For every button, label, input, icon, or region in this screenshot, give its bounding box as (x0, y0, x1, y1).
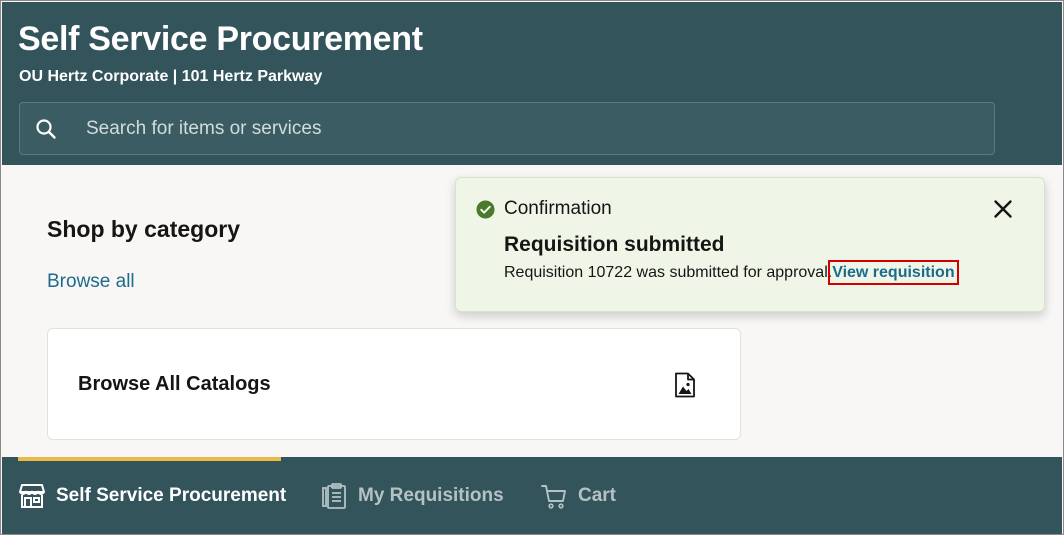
success-check-icon (476, 200, 495, 219)
bottom-navigation: Self Service Procurement My Requisitions… (2, 457, 1062, 534)
toast-heading: Confirmation (504, 198, 612, 219)
nav-label-cart: Cart (578, 484, 617, 506)
nav-self-service-procurement[interactable]: Self Service Procurement (18, 457, 286, 534)
toast-message: Requisition 10722 was submitted for appr… (504, 264, 833, 281)
app-title: Self Service Procurement (18, 20, 423, 58)
view-requisition-link[interactable]: View requisition (828, 260, 959, 285)
app-frame: Self Service Procurement OU Hertz Corpor… (0, 0, 1064, 535)
search-icon[interactable] (34, 117, 58, 141)
confirmation-toast: Confirmation Requisition submitted Requi… (455, 177, 1045, 312)
clipboard-icon (322, 482, 346, 509)
catalog-card-title: Browse All Catalogs (78, 373, 271, 395)
app-header: Self Service Procurement OU Hertz Corpor… (2, 2, 1062, 165)
section-title: Shop by category (47, 216, 240, 242)
search-input[interactable] (86, 103, 966, 154)
toast-message-line: Requisition 10722 was submitted for appr… (504, 260, 959, 285)
cart-icon (541, 484, 566, 509)
nav-label-self-service-procurement: Self Service Procurement (56, 484, 287, 506)
nav-label-my-requisitions: My Requisitions (358, 484, 504, 506)
nav-my-requisitions[interactable]: My Requisitions (320, 457, 504, 534)
org-address: OU Hertz Corporate | 101 Hertz Parkway (19, 68, 323, 85)
close-icon[interactable] (992, 198, 1014, 220)
image-file-icon (675, 372, 695, 398)
toast-title: Requisition submitted (504, 233, 725, 256)
nav-cart[interactable]: Cart (540, 457, 616, 534)
browse-all-link[interactable]: Browse all (47, 271, 135, 293)
browse-all-catalogs-card[interactable]: Browse All Catalogs (47, 328, 741, 440)
search-box[interactable] (19, 102, 995, 155)
store-icon (19, 483, 45, 508)
